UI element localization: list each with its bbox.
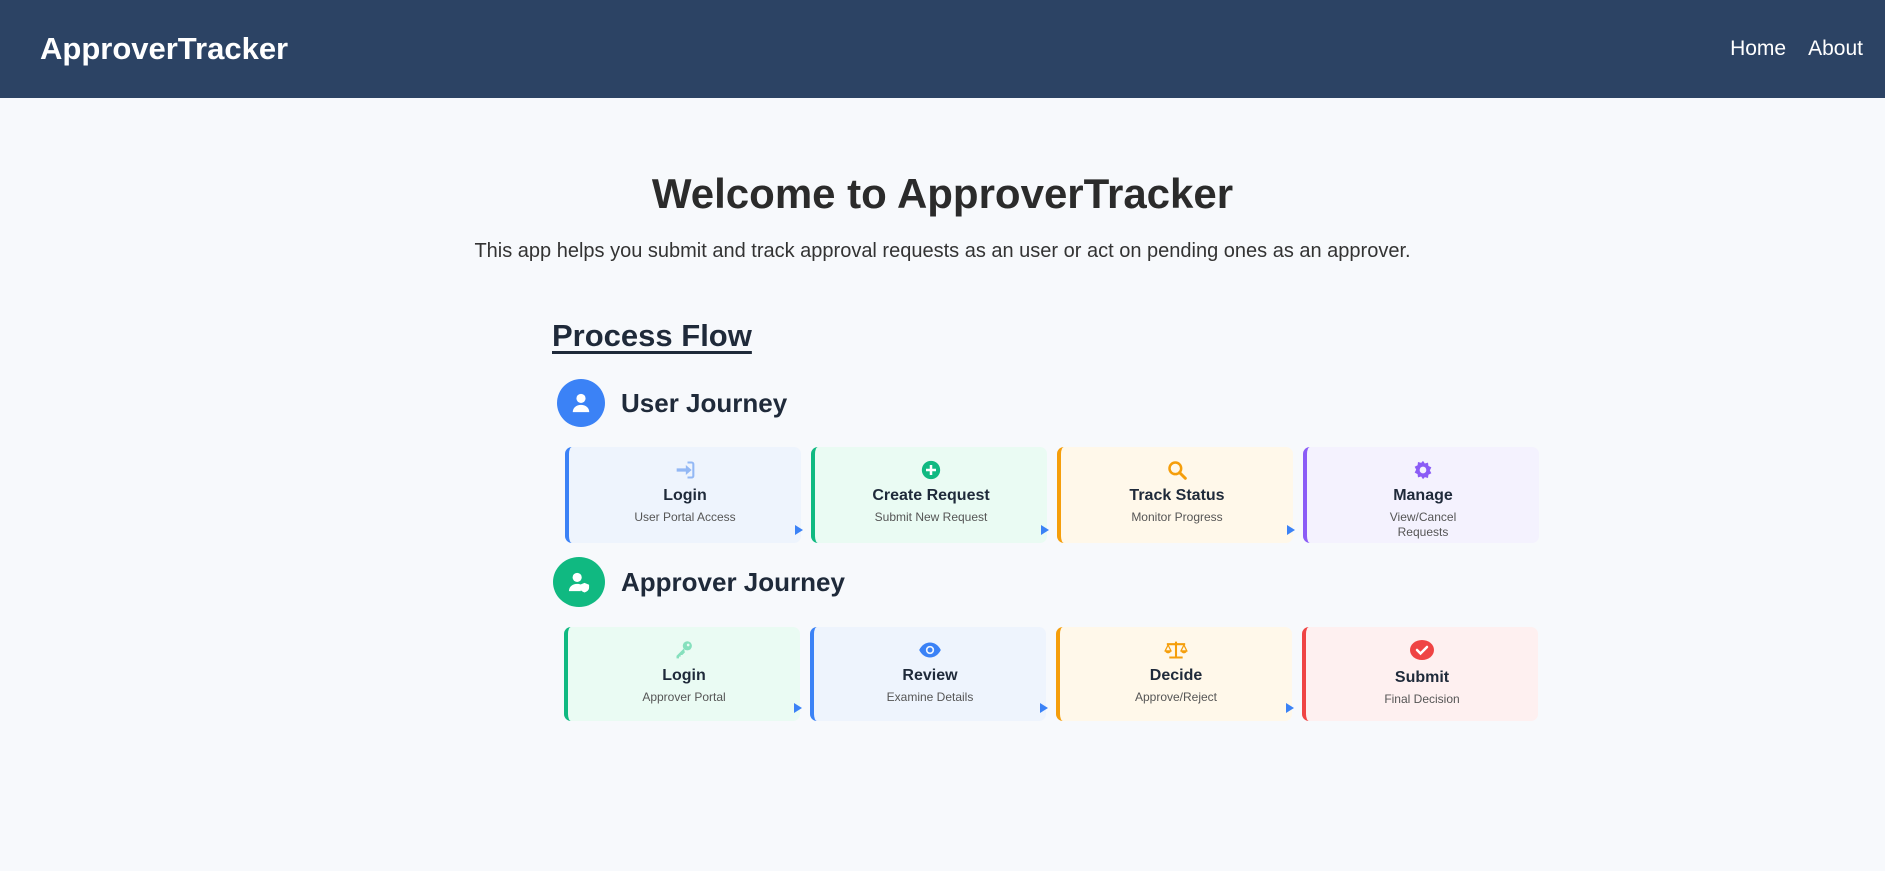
nav-links: Home About [1730,37,1863,61]
step-title: Review [902,667,958,684]
approver-step-submit[interactable]: Submit Final Decision [1302,627,1538,721]
step-subtitle: User Portal Access [634,510,736,524]
step-subtitle: Examine Details [886,690,974,704]
page-subtitle: This app helps you submit and track appr… [474,240,1411,262]
step-subtitle: Submit New Request [874,510,988,524]
step-subtitle: Approver Portal [642,690,726,704]
approver-journey-steps: Login Approver Portal Review Examine Det… [564,627,1542,721]
user-journey-header: User Journey [557,379,1542,427]
page-title: Welcome to ApproverTracker [651,170,1234,217]
arrow-icon [794,703,802,713]
step-title: Track Status [1129,487,1225,504]
user-journey-steps: Login User Portal Access Create Request … [565,447,1542,543]
process-flow: Process Flow User Journey Login User Por… [552,318,1542,721]
brand-logo[interactable]: ApproverTracker [40,31,288,67]
step-subtitle: Approve/Reject [1134,690,1218,704]
arrow-icon [1287,525,1295,535]
step-subtitle: View/Cancel Requests [1389,510,1457,539]
approver-step-login[interactable]: Login Approver Portal [564,627,802,721]
balance-scale-icon [1060,639,1292,661]
step-title: Decide [1149,667,1203,684]
user-step-track-status[interactable]: Track Status Monitor Progress [1057,447,1295,543]
approver-journey-header: Approver Journey [553,557,1542,607]
plus-circle-icon [815,459,1047,481]
sign-in-icon [569,459,801,481]
eye-icon [814,639,1046,661]
approver-journey-title: Approver Journey [621,566,845,597]
approver-step-decide[interactable]: Decide Approve/Reject [1056,627,1294,721]
nav-link-about[interactable]: About [1808,37,1863,61]
key-icon [568,639,800,661]
arrow-icon [1040,703,1048,713]
hero: Welcome to ApproverTracker This app help… [0,98,1885,263]
step-title: Login [663,487,707,504]
step-subtitle: Monitor Progress [1131,510,1223,524]
step-title: Create Request [872,487,990,504]
arrow-icon [1041,525,1049,535]
gear-icon [1307,459,1539,481]
user-step-manage[interactable]: Manage View/Cancel Requests [1303,447,1539,543]
step-title: Manage [1393,487,1453,504]
arrow-icon [1286,703,1294,713]
arrow-icon [795,525,803,535]
process-flow-title: Process Flow [552,318,752,353]
search-icon [1061,459,1293,481]
user-shield-icon [553,557,605,607]
navbar: ApproverTracker Home About [0,0,1885,98]
check-circle-icon [1306,639,1538,661]
user-step-create-request[interactable]: Create Request Submit New Request [811,447,1049,543]
user-step-login[interactable]: Login User Portal Access [565,447,803,543]
step-title: Login [662,667,706,684]
nav-link-home[interactable]: Home [1730,37,1786,61]
step-subtitle: Final Decision [1384,692,1460,706]
approver-step-review[interactable]: Review Examine Details [810,627,1048,721]
step-title: Submit [1394,669,1450,686]
user-icon [557,379,605,427]
user-journey-title: User Journey [621,387,788,418]
